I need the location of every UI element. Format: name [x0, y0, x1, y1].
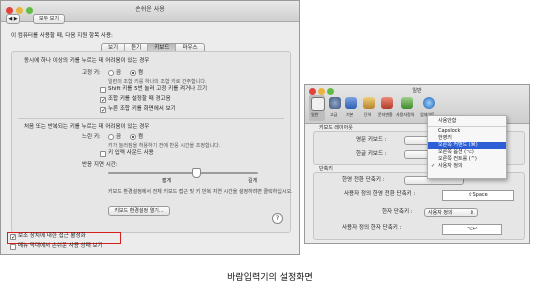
characters-icon [381, 97, 393, 109]
beep-checkbox[interactable]: ✓ [100, 97, 106, 104]
delay-slider-thumb[interactable] [192, 168, 201, 178]
shortcuts-group: 한영 전환 단축키 : 사용자 정의 한영 전환 단축키 : ⇧Space 한자… [313, 172, 525, 240]
menu-status-label: 메뉴 막대에서 손쉬운 사용 상태 보기 [18, 243, 103, 249]
help-button[interactable]: ? [272, 213, 283, 224]
display-keys-label: 누른 조합 키를 화면에서 보기 [108, 106, 176, 112]
slow-on-label: 켬 [138, 134, 144, 140]
hanja-shortcut-value: 사용자 정의 [428, 210, 453, 216]
korean-keyboard-label: 한글 키보드 : [356, 151, 387, 157]
menu-item-right-control[interactable]: 오른쪽 컨트롤 (^) [428, 156, 506, 163]
hanja-shortcut-popup[interactable]: 사용자 정의 ⇕ [424, 208, 478, 217]
delay-label: 반응 지연 시간: [82, 162, 118, 168]
slow-off-label: 끔 [116, 134, 122, 140]
sticky-off-label: 끔 [116, 70, 122, 76]
sticky-keys-on-radio[interactable] [130, 70, 136, 76]
gear-icon [329, 97, 341, 109]
menu-item-custom-label: 사용자 정의 [438, 163, 463, 169]
toolbar-label-words: 단어 [364, 112, 372, 117]
intro-text: 이 컴퓨터를 사용할 때, 다음 지원 항목 사용: [11, 33, 113, 39]
assistive-label: 보조 장치에 대한 접근 활성화 [18, 233, 86, 239]
update-icon [423, 97, 435, 109]
custom-hanyoung-label: 사용자 정의 한영 전환 단축키 : [344, 191, 416, 197]
menu-item-custom[interactable]: ✓ 사용자 정의 [428, 163, 506, 170]
menu-item-hanyoung-key[interactable]: 한영키 [428, 135, 506, 142]
typing-sound-label: 키 입력 사운드 사용 [108, 150, 154, 156]
delay-short-label: 짧게 [162, 178, 172, 184]
separator [18, 118, 284, 119]
slow-description: 키가 눌러짐을 허용하기 전에 반응 시간을 조정합니다. [108, 143, 221, 149]
assistive-checkbox[interactable]: ✓ [10, 234, 16, 241]
sticky-keys-off-radio[interactable] [108, 70, 114, 76]
menu-item-none[interactable]: 사용안함 [428, 118, 506, 125]
section2-title: 처음 또는 반복되는 키를 누르는 데 어려움이 있는 경우 [24, 124, 150, 130]
menu-separator [428, 126, 506, 127]
book-icon [363, 97, 375, 109]
beep-label: 조합 키를 설정할 때 경고음 [108, 96, 171, 102]
sticky-keys-label: 고정 키: [82, 70, 101, 76]
toolbar-label-general: 일반 [311, 112, 319, 117]
sticky-on-label: 켬 [138, 70, 144, 76]
user-defined-icon [401, 97, 413, 109]
delay-long-label: 길게 [248, 178, 258, 184]
slow-keys-label: 느린 키: [82, 134, 101, 140]
open-keyboard-prefs-button[interactable]: 키보드 환경설정 열기... [108, 206, 170, 216]
sticky-description: 일련의 조합 키를 하나의 조합 키로 간주합니다. [108, 79, 207, 85]
toolbar-label-char-convert: 문자변환 [378, 112, 393, 117]
custom-hanja-field[interactable]: ⌥↩ [442, 224, 502, 235]
toolbar-label-user-defined: 사용자정의 [396, 112, 415, 117]
checkmark-icon: ✓ [431, 163, 436, 169]
back-forward-buttons[interactable]: ◀ ▶ [6, 14, 20, 24]
toolbar-label-basic: 기본 [346, 112, 354, 117]
toolbar-label-advanced: 고급 [330, 112, 338, 117]
custom-hanyoung-field[interactable]: ⇧Space [442, 190, 514, 201]
hanyoung-shortcut-label: 한영 전환 단축키 : [342, 177, 385, 183]
accessibility-window: 손쉬운 사용 ◀ ▶ 모두 보기 이 컴퓨터를 사용할 때, 다음 지원 항목 … [0, 0, 300, 255]
shift5-checkbox[interactable] [100, 87, 106, 93]
hanyoung-shortcut-menu: 사용안함 Capslock 한영키 오른쪽 커맨드 (⌘) 오른쪽 옵션 (⌥)… [427, 115, 507, 179]
globe-icon [345, 97, 357, 109]
keyboard-prefs-description: 키보드 환경설정에서 전체 키보드 접근 및 키 반복 지연 시간을 설정하려면… [108, 189, 293, 195]
shift5-label: Shift 키를 5번 눌러 고정 키를 켜거나 끄기 [108, 86, 208, 92]
slow-keys-off-radio[interactable] [108, 134, 114, 140]
custom-hanja-label: 사용자 정의 한자 단축키 : [342, 225, 402, 231]
english-keyboard-label: 영문 키보드 : [356, 137, 387, 143]
keyboard-pane: 동시에 하나 이상의 키를 누르는 데 어려움이 있는 경우 고정 키: 끔 켬… [11, 51, 293, 233]
hanja-shortcut-label: 한자 단축키 : [382, 209, 413, 215]
delay-slider-track[interactable] [108, 172, 258, 174]
menu-status-checkbox[interactable] [10, 244, 16, 250]
menu-item-right-command[interactable]: 오른쪽 커맨드 (⌘) [428, 142, 506, 149]
typing-sound-checkbox[interactable] [100, 151, 106, 157]
display-keys-checkbox[interactable]: ✓ [100, 107, 106, 114]
slow-keys-on-radio[interactable] [130, 134, 136, 140]
caption: 바람입력기의 설정화면 [227, 273, 313, 283]
window-title: 일반 [412, 88, 422, 94]
switch-icon [311, 97, 325, 111]
popup-arrows-icon: ⇕ [469, 210, 474, 216]
menu-item-capslock[interactable]: Capslock [428, 128, 506, 135]
section1-title: 동시에 하나 이상의 키를 누르는 데 어려움이 있는 경우 [24, 58, 150, 64]
show-all-button[interactable]: 모두 보기 [33, 14, 65, 24]
menu-item-right-option[interactable]: 오른쪽 옵션 (⌥) [428, 149, 506, 156]
